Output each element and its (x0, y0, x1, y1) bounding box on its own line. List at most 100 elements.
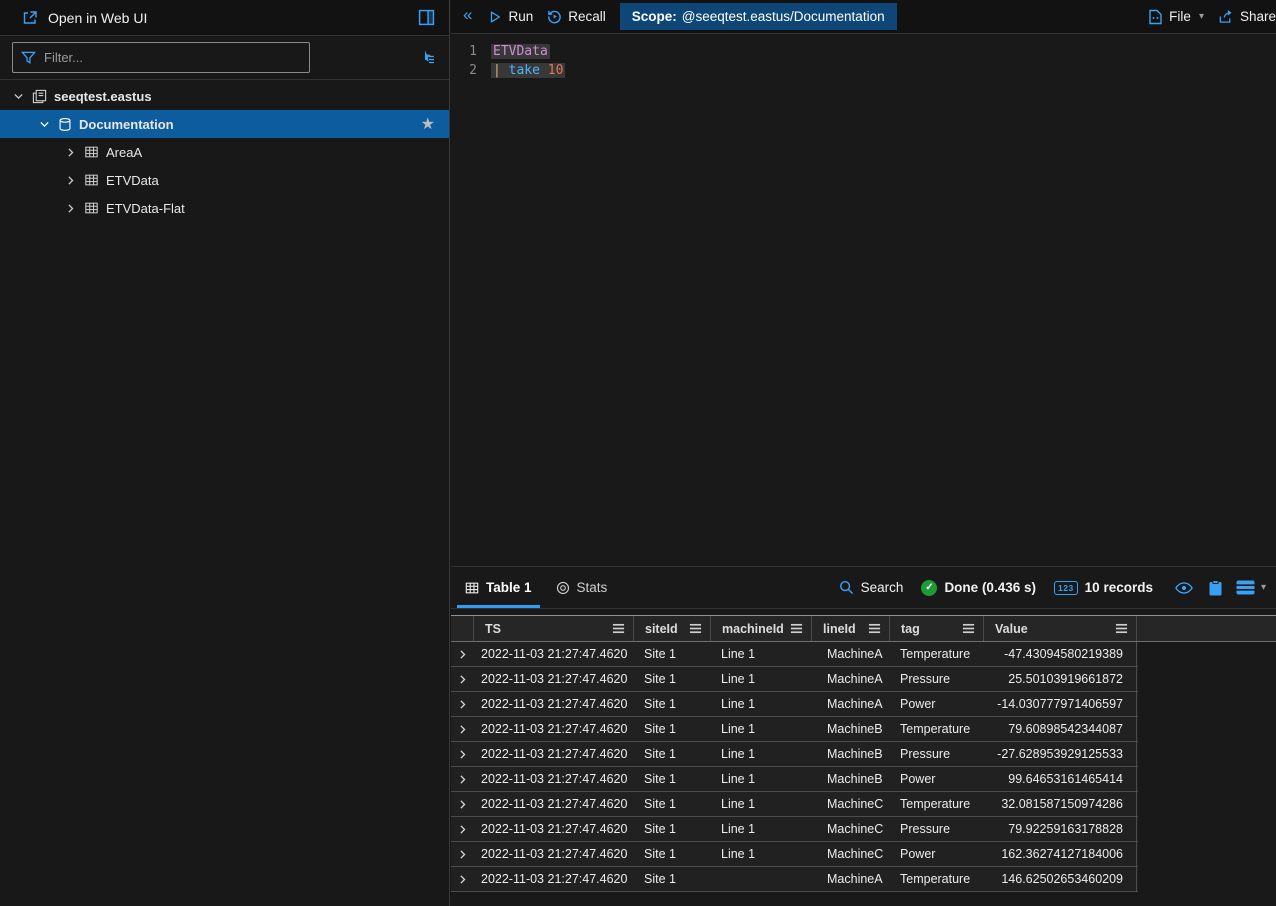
chevron-right-icon[interactable] (62, 174, 78, 187)
search-icon (839, 580, 854, 595)
chevron-down-icon[interactable] (36, 118, 52, 131)
column-header-siteid[interactable]: siteId (633, 616, 710, 641)
cell-lineid: MachineB (811, 717, 889, 741)
editor-line[interactable]: 1ETVData (451, 42, 1276, 61)
grid-rows: 2022-11-03 21:27:47.4620Site 1Line 1Mach… (451, 642, 1138, 892)
column-menu-icon[interactable] (689, 623, 702, 634)
open-in-web-ui-label[interactable]: Open in Web UI (48, 10, 147, 26)
scope-selector[interactable]: Scope: @seeqtest.eastus/Documentation (620, 3, 897, 30)
table-row[interactable]: 2022-11-03 21:27:47.4620Site 1Line 1Mach… (451, 767, 1138, 792)
share-button[interactable]: Share (1218, 9, 1276, 24)
column-menu-icon[interactable] (962, 623, 975, 634)
table-row[interactable]: 2022-11-03 21:27:47.4620Site 1Line 1Mach… (451, 692, 1138, 717)
cell-machineid: Line 1 (710, 792, 811, 816)
chevron-down-icon: ▾ (1199, 11, 1204, 22)
column-header-ts[interactable]: TS (473, 616, 633, 641)
favorites-filter-icon[interactable] (418, 49, 437, 66)
main-area: « Run Recall Scope: @seeqtest.eastus/Doc… (451, 0, 1276, 906)
filter-input[interactable] (44, 50, 301, 65)
column-menu-icon[interactable] (612, 623, 625, 634)
cell-ts: 2022-11-03 21:27:47.4620 (473, 842, 633, 866)
cell-value: 25.50103919661872 (983, 667, 1137, 691)
cell-lineid: MachineA (811, 667, 889, 691)
query-editor[interactable]: 1ETVData2| take 10 (451, 34, 1276, 80)
preview-toggle-button[interactable] (1175, 581, 1193, 595)
chevron-right-icon[interactable] (62, 202, 78, 215)
scope-value: @seeqtest.eastus/Documentation (682, 9, 885, 24)
chevron-down-icon[interactable] (10, 90, 26, 103)
tab-stats[interactable]: Stats (544, 567, 620, 608)
copy-results-button[interactable] (1209, 580, 1222, 596)
view-layout-button[interactable]: ▾ (1236, 580, 1266, 595)
grid-header: TSsiteIdmachineIdlineIdtagValue (451, 615, 1276, 642)
column-header-tag[interactable]: tag (889, 616, 983, 641)
filter-input-box[interactable] (12, 42, 310, 73)
file-menu-button[interactable]: File ▾ (1148, 9, 1204, 25)
cell-value: 79.60898542344087 (983, 717, 1137, 741)
recall-button[interactable]: Recall (547, 9, 606, 24)
column-header-machineid[interactable]: machineId (710, 616, 811, 641)
cell-ts: 2022-11-03 21:27:47.4620 (473, 767, 633, 791)
expand-row-icon[interactable] (451, 742, 473, 766)
cell-siteid: Site 1 (633, 742, 710, 766)
expand-row-icon[interactable] (451, 867, 473, 891)
star-icon[interactable]: ★ (421, 114, 435, 134)
table-row[interactable]: 2022-11-03 21:27:47.4620Site 1Line 1Mach… (451, 642, 1138, 667)
tree-item-areaa[interactable]: AreaA (0, 138, 449, 166)
table-row[interactable]: 2022-11-03 21:27:47.4620Site 1Line 1Mach… (451, 842, 1138, 867)
external-link-icon[interactable] (22, 10, 38, 26)
tree-item-label: ETVData-Flat (106, 201, 185, 216)
run-button[interactable]: Run (488, 9, 533, 24)
column-header-lineid[interactable]: lineId (811, 616, 889, 641)
cell-machineid: Line 1 (710, 642, 811, 666)
expand-row-icon[interactable] (451, 667, 473, 691)
expand-row-icon[interactable] (451, 792, 473, 816)
table-row[interactable]: 2022-11-03 21:27:47.4620Site 1Line 1Mach… (451, 717, 1138, 742)
cell-value: 99.64653161465414 (983, 767, 1137, 791)
column-header-value[interactable]: Value (983, 616, 1137, 641)
status-text: Done (0.436 s) (944, 580, 1036, 595)
records-text: 10 records (1085, 580, 1153, 595)
expand-row-icon[interactable] (451, 717, 473, 741)
expand-row-icon[interactable] (451, 842, 473, 866)
cell-machineid: Line 1 (710, 767, 811, 791)
cell-value: 146.62502653460209 (983, 867, 1137, 891)
cell-tag: Power (889, 692, 983, 716)
cell-lineid: MachineB (811, 742, 889, 766)
chevron-right-icon[interactable] (62, 146, 78, 159)
expand-row-icon[interactable] (451, 642, 473, 666)
table-icon (84, 173, 99, 187)
table-row[interactable]: 2022-11-03 21:27:47.4620Site 1Line 1Mach… (451, 817, 1138, 842)
expand-column-header (451, 616, 473, 641)
table-row[interactable]: 2022-11-03 21:27:47.4620Site 1Line 1Mach… (451, 792, 1138, 817)
table-row[interactable]: 2022-11-03 21:27:47.4620Site 1MachineATe… (451, 867, 1138, 892)
header-filler (1137, 616, 1276, 641)
cell-siteid: Site 1 (633, 692, 710, 716)
table-row[interactable]: 2022-11-03 21:27:47.4620Site 1Line 1Mach… (451, 667, 1138, 692)
tab-table-1[interactable]: Table 1 (453, 567, 544, 608)
tree-item-etvdata[interactable]: ETVData (0, 166, 449, 194)
tree-item-etvdata-flat[interactable]: ETVData-Flat (0, 194, 449, 222)
panel-layout-icon[interactable] (418, 9, 435, 26)
tree-item-label: AreaA (106, 145, 142, 160)
expand-row-icon[interactable] (451, 817, 473, 841)
cell-tag: Power (889, 842, 983, 866)
column-menu-icon[interactable] (868, 623, 881, 634)
cell-machineid: Line 1 (710, 667, 811, 691)
column-menu-icon[interactable] (1115, 623, 1128, 634)
collapse-sidebar-icon[interactable]: « (463, 5, 472, 25)
editor-line[interactable]: 2| take 10 (451, 61, 1276, 80)
tree-item-documentation[interactable]: Documentation★ (0, 110, 449, 138)
expand-row-icon[interactable] (451, 692, 473, 716)
table-row[interactable]: 2022-11-03 21:27:47.4620Site 1Line 1Mach… (451, 742, 1138, 767)
cell-value: 162.36274127184006 (983, 842, 1137, 866)
clipboard-icon (1209, 580, 1222, 596)
search-results-button[interactable]: Search (839, 580, 904, 595)
cell-lineid: MachineC (811, 817, 889, 841)
tree-item-seeqtest-eastus[interactable]: seeqtest.eastus (0, 82, 449, 110)
cell-machineid: Line 1 (710, 692, 811, 716)
table-icon (84, 145, 99, 159)
column-menu-icon[interactable] (790, 623, 803, 634)
expand-row-icon[interactable] (451, 767, 473, 791)
cell-tag: Pressure (889, 817, 983, 841)
